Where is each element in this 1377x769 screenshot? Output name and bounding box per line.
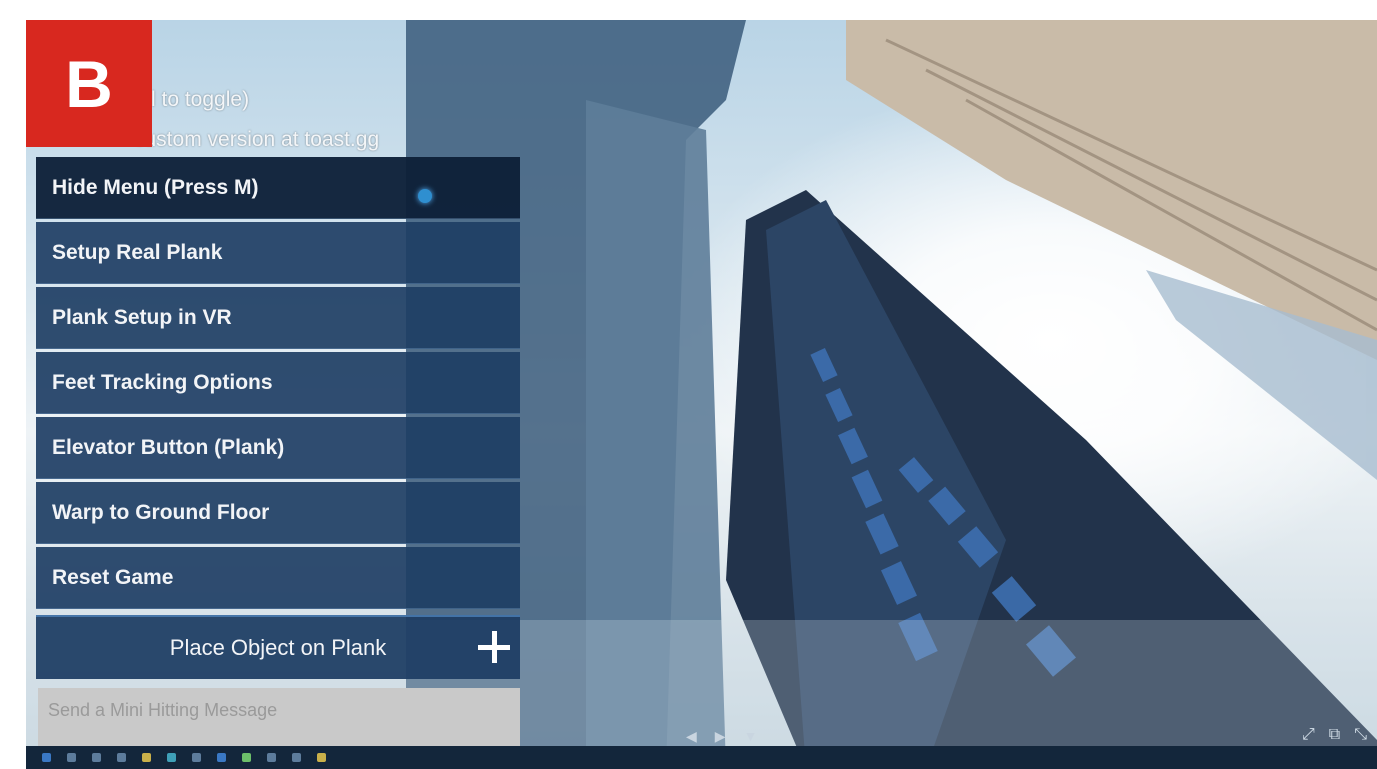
menu-item-reset-game[interactable]: Reset Game — [36, 547, 520, 609]
expand-icon[interactable]: ⤢ — [1302, 726, 1315, 744]
app-icon[interactable] — [217, 753, 226, 762]
plus-icon — [476, 629, 512, 665]
window-icon[interactable]: ⧉ — [1329, 726, 1340, 744]
menu-item-warp-ground-floor[interactable]: Warp to Ground Floor — [36, 482, 520, 544]
menu-item-label: Elevator Button (Plank) — [52, 435, 285, 459]
menu-item-label: Plank Setup in VR — [52, 305, 232, 329]
place-object-label: Place Object on Plank — [169, 635, 387, 660]
task-view-icon[interactable] — [92, 753, 101, 762]
menu-item-setup-real-plank[interactable]: Setup Real Plank — [36, 222, 520, 284]
menu-item-plank-setup-vr[interactable]: Plank Setup in VR — [36, 287, 520, 349]
previous-icon[interactable]: ◀ — [686, 728, 697, 745]
place-object-button[interactable]: Place Object on Plank — [36, 615, 520, 679]
app-icon[interactable] — [292, 753, 301, 762]
menu-item-label: Warp to Ground Floor — [52, 500, 270, 524]
browser-icon[interactable] — [167, 753, 176, 762]
fullscreen-icon[interactable]: ⤡ — [1354, 726, 1367, 744]
app-icon[interactable] — [242, 753, 251, 762]
menu-item-elevator-button[interactable]: Elevator Button (Plank) — [36, 417, 520, 479]
app-icon[interactable] — [267, 753, 276, 762]
media-controls: ◀ ▶ ▼ — [686, 728, 757, 745]
play-icon[interactable]: ▶ — [715, 728, 726, 745]
custom-version-text: custom version at toast.gg — [134, 128, 380, 151]
menu-item-feet-tracking[interactable]: Feet Tracking Options — [36, 352, 520, 414]
app-icon[interactable] — [192, 753, 201, 762]
app-icon[interactable] — [317, 753, 326, 762]
vr-scene: l to toggle) custom version at toast.gg … — [26, 20, 1377, 769]
app-icon[interactable] — [117, 753, 126, 762]
search-icon[interactable] — [67, 753, 76, 762]
pointer-cursor-icon — [418, 189, 432, 203]
menu-item-label: Hide Menu (Press M) — [52, 175, 259, 199]
section-badge: B — [26, 20, 152, 147]
toggle-hint-text: l to toggle) — [151, 88, 250, 111]
menu-item-hide-menu[interactable]: Hide Menu (Press M) — [36, 157, 520, 219]
message-input[interactable]: Send a Mini Hitting Message — [38, 688, 520, 746]
vr-menu: Hide Menu (Press M) Setup Real Plank Pla… — [36, 157, 520, 679]
menu-item-label: Feet Tracking Options — [52, 370, 273, 394]
taskbar — [26, 746, 1377, 769]
menu-item-label: Reset Game — [52, 565, 174, 589]
folder-icon[interactable] — [142, 753, 151, 762]
menu-item-label: Setup Real Plank — [52, 240, 223, 264]
next-icon[interactable]: ▼ — [744, 728, 758, 745]
corner-controls: ⤢ ⧉ ⤡ — [1302, 726, 1367, 744]
start-icon[interactable] — [42, 753, 51, 762]
